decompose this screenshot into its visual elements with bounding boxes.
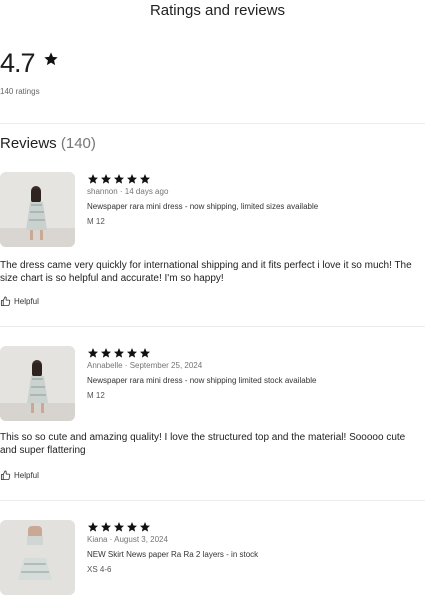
- review-text: This so so cute and amazing quality! I l…: [0, 432, 406, 456]
- review-text: The dress came very quickly for internat…: [0, 260, 412, 284]
- divider: [0, 123, 425, 124]
- reviews-heading: Reviews (140): [0, 135, 96, 152]
- star-icon: [140, 174, 150, 184]
- reviews-heading-label: Reviews: [0, 135, 57, 152]
- thumbs-up-icon: [0, 296, 11, 307]
- star-icon: [114, 522, 124, 532]
- helpful-label: Helpful: [14, 297, 39, 306]
- star-rating: [87, 172, 152, 184]
- star-icon: [127, 348, 137, 358]
- review-variant: M 12: [87, 217, 105, 226]
- star-icon: [101, 522, 111, 532]
- reviews-count: (140): [60, 135, 96, 152]
- star-icon: [101, 174, 111, 184]
- ratings-count: 140 ratings: [0, 87, 40, 96]
- review-meta: Kiana · August 3, 2024: [87, 535, 168, 544]
- star-icon: [127, 522, 137, 532]
- review-item-link[interactable]: Newspaper rara mini dress - now shipping…: [87, 376, 316, 385]
- star-rating: [87, 520, 152, 532]
- page-title: Ratings and reviews: [149, 2, 286, 19]
- thumbs-up-icon: [0, 470, 11, 481]
- review-photo[interactable]: [0, 172, 75, 247]
- review-photo[interactable]: [0, 346, 75, 421]
- rating-summary: 4.7: [0, 48, 59, 79]
- review-item-link[interactable]: NEW Skirt News paper Ra Ra 2 layers - in…: [87, 550, 258, 559]
- star-icon: [88, 348, 98, 358]
- star-icon: [114, 174, 124, 184]
- review-meta: shannon · 14 days ago: [87, 187, 169, 196]
- star-icon: [101, 348, 111, 358]
- star-rating: [87, 346, 152, 358]
- star-icon: [43, 51, 59, 72]
- review-variant: M 12: [87, 391, 105, 400]
- star-icon: [140, 522, 150, 532]
- star-icon: [140, 348, 150, 358]
- helpful-button[interactable]: Helpful: [0, 296, 39, 307]
- review-variant: XS 4-6: [87, 565, 112, 574]
- star-icon: [88, 174, 98, 184]
- divider: [0, 326, 425, 327]
- helpful-label: Helpful: [14, 471, 39, 480]
- review-photo[interactable]: [0, 520, 75, 595]
- star-icon: [127, 174, 137, 184]
- review-item-link[interactable]: Newspaper rara mini dress - now shipping…: [87, 202, 318, 211]
- helpful-button[interactable]: Helpful: [0, 470, 39, 481]
- star-icon: [114, 348, 124, 358]
- review-meta: Annabelle · September 25, 2024: [87, 361, 203, 370]
- divider: [0, 500, 425, 501]
- average-rating: 4.7: [0, 48, 36, 78]
- star-icon: [88, 522, 98, 532]
